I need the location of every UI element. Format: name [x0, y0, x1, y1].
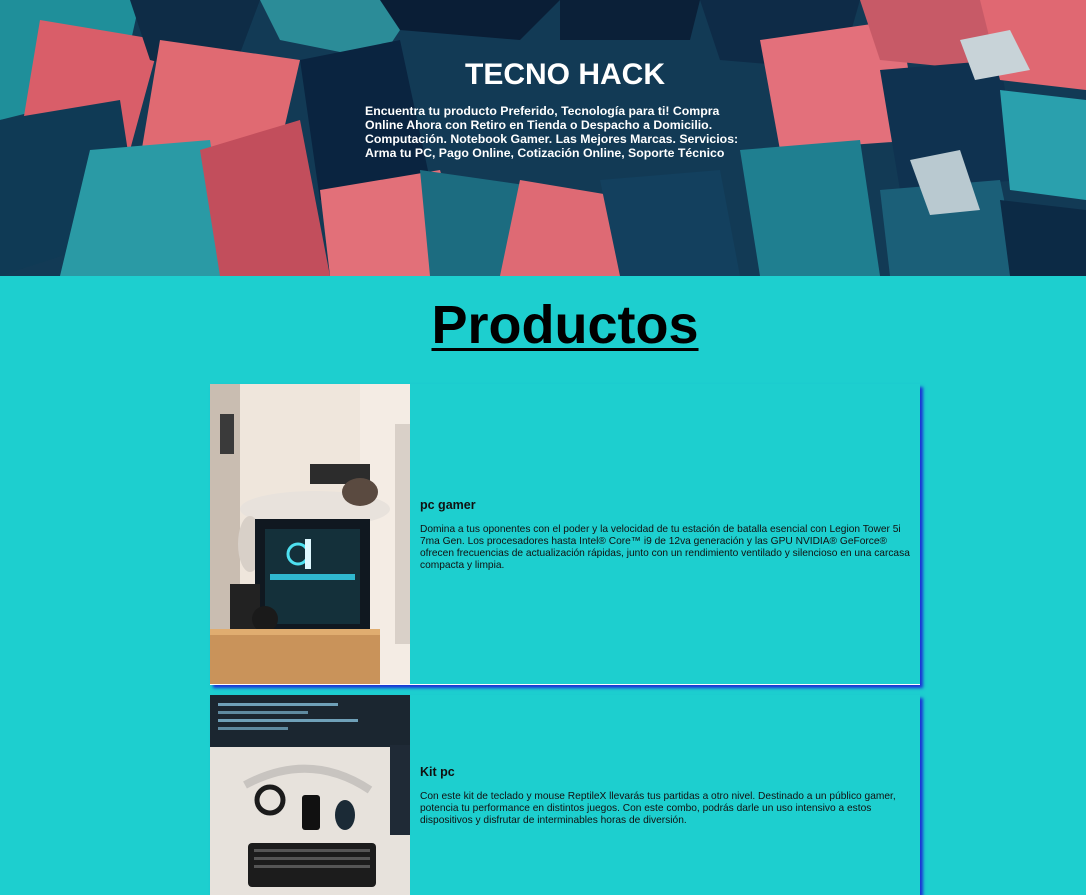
products-heading: Productos: [431, 295, 699, 355]
product-description: Domina a tus oponentes con el poder y la…: [420, 524, 910, 571]
product-image-pc-gamer: [210, 384, 410, 684]
product-description: Con este kit de teclado y mouse ReptileX…: [420, 791, 896, 826]
site-title: TECNO HACK: [465, 58, 665, 91]
hero-banner: TECNO HACK Encuentra tu producto Preferi…: [0, 0, 1086, 276]
product-info: Kit pc Con este kit de teclado y mouse R…: [420, 765, 920, 827]
cat-on-pc-photo: [210, 384, 410, 684]
product-image-kit-pc: [210, 695, 410, 895]
product-name: Kit pc: [420, 765, 455, 779]
site-description: Encuentra tu producto Preferido, Tecnolo…: [365, 104, 739, 160]
product-name: pc gamer: [420, 498, 476, 512]
desk-setup-photo: [210, 695, 410, 895]
product-info: pc gamer Domina a tus oponentes con el p…: [420, 498, 920, 572]
product-card-kit-pc[interactable]: Kit pc Con este kit de teclado y mouse R…: [210, 695, 920, 895]
product-card-pc-gamer[interactable]: pc gamer Domina a tus oponentes con el p…: [210, 384, 920, 685]
